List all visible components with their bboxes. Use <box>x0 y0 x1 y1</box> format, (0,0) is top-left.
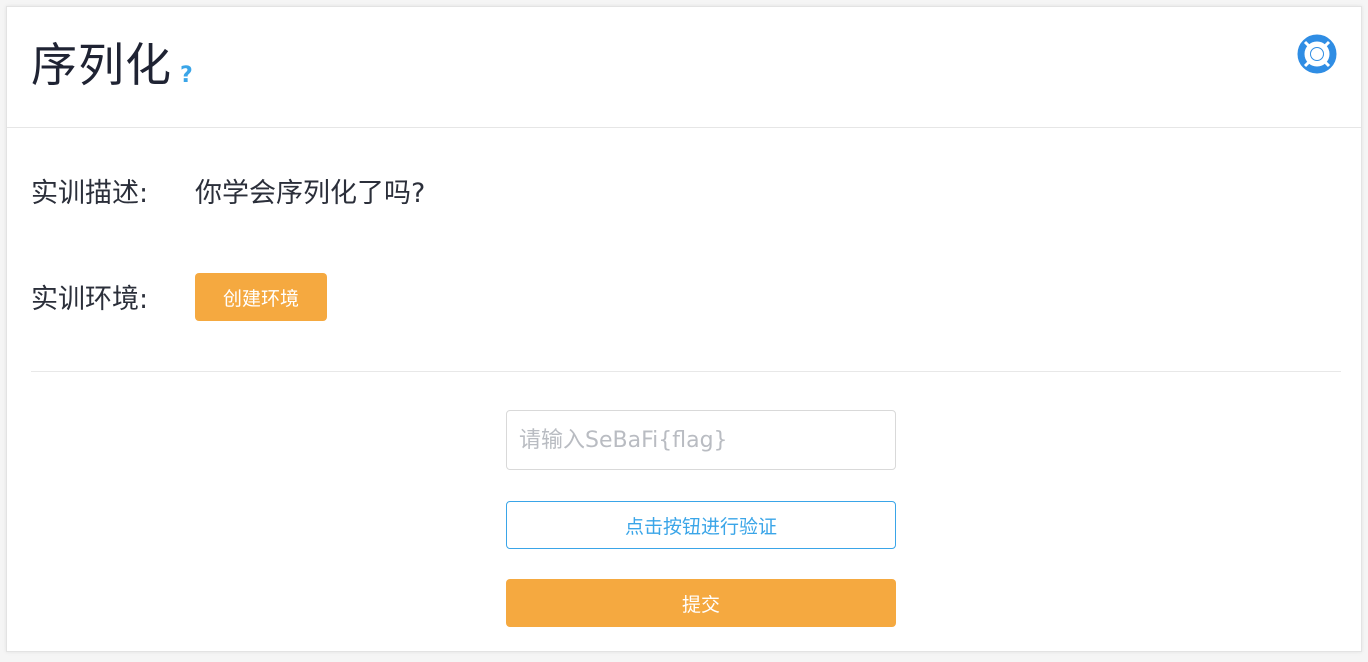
submit-button[interactable]: 提交 <box>506 579 896 627</box>
help-icon[interactable]: ? <box>180 63 193 88</box>
lifebuoy-icon[interactable] <box>1297 34 1337 74</box>
section-divider <box>31 371 1341 372</box>
card-header: 序列化 ? <box>7 7 1361 128</box>
page-title: 序列化 <box>31 38 172 92</box>
description-label: 实训描述: <box>31 178 149 209</box>
environment-label: 实训环境: <box>31 284 149 315</box>
challenge-card: 序列化 ? 实训描述: 你学会序列化了吗? 实训环境: 创建环境 点击按钮进行验… <box>6 6 1362 652</box>
description-text: 你学会序列化了吗? <box>195 178 426 209</box>
create-environment-button[interactable]: 创建环境 <box>195 273 327 321</box>
flag-input[interactable] <box>506 410 896 470</box>
verify-button[interactable]: 点击按钮进行验证 <box>506 501 896 549</box>
